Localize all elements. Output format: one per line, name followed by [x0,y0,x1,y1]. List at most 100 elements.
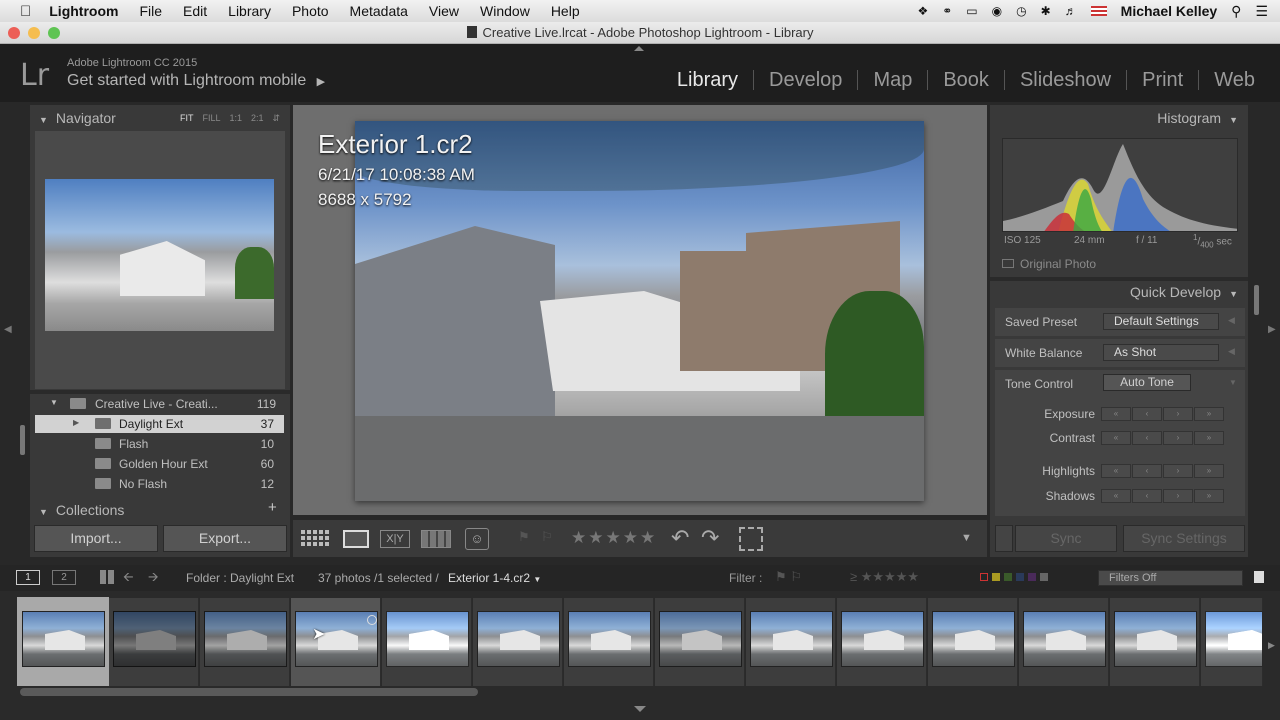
menu-photo[interactable]: Photo [292,3,329,19]
folder-row-selected[interactable]: ▶ Daylight Ext 37 [35,415,284,433]
close-window-button[interactable] [8,27,20,39]
saved-preset-select[interactable]: Default Settings [1103,313,1219,330]
flag-pick-icon[interactable]: ⚑ [518,529,530,545]
folder-row[interactable]: Flash 10 [35,435,284,453]
sync-settings-button[interactable]: Sync Settings [1123,525,1245,552]
zoom-stepper-icon[interactable]: ⇵ [273,113,281,124]
collapse-top-panel-icon[interactable] [634,46,644,51]
volume-icon[interactable]: ♬ [1065,4,1077,18]
blue-label-icon[interactable] [1016,573,1024,581]
zoom-1-1[interactable]: 1:1 [230,113,243,124]
minimize-window-button[interactable] [28,27,40,39]
time-machine-icon[interactable]: ◷ [1016,4,1026,18]
filmstrip-thumbnail[interactable] [1114,611,1197,667]
module-develop[interactable]: Develop [753,70,857,90]
shadows-steppers[interactable]: «‹ ›» [1101,489,1224,503]
menu-edit[interactable]: Edit [183,3,207,19]
export-button[interactable]: Export... [163,525,287,552]
menu-library[interactable]: Library [228,3,271,19]
menu-view[interactable]: View [429,3,459,19]
left-panel-toggle-icon[interactable]: ◀ [4,324,12,335]
module-book[interactable]: Book [927,70,1004,90]
flag-icon[interactable] [1090,6,1107,16]
filmstrip-thumbnail[interactable] [1023,611,1106,667]
filmstrip-thumbnail[interactable] [841,611,924,667]
expand-triangle-icon[interactable]: ▼ [50,398,58,407]
flag-reject-icon[interactable]: ⚐ [541,529,553,545]
notification-center-icon[interactable]: ☰ [1255,3,1268,20]
filmstrip-thumbnail[interactable] [659,611,742,667]
auto-tone-button[interactable]: Auto Tone [1103,374,1191,391]
apple-icon[interactable]:  [20,3,31,20]
folder-row-root[interactable]: ▼ Creative Live - Creati... 119 [50,395,288,413]
navigator-preview-image[interactable] [45,179,274,331]
filmstrip-thumbnail[interactable] [204,611,287,667]
menu-metadata[interactable]: Metadata [350,3,408,19]
grid-view-icon[interactable] [301,530,330,548]
expand-triangle-icon[interactable]: ▶ [73,418,79,427]
filmstrip-thumbnail[interactable] [750,611,833,667]
filmstrip-scroll-right-icon[interactable]: ▶ [1268,640,1275,651]
filmstrip-thumbnail[interactable] [1205,611,1263,667]
filmstrip-thumbnail[interactable] [568,611,651,667]
filmstrip-thumbnail[interactable] [295,611,378,667]
creative-cloud-icon[interactable]: ⚭ [942,4,952,18]
quick-develop-header[interactable]: Quick Develop ▼ [1130,284,1238,300]
zoom-window-button[interactable] [48,27,60,39]
toolbar-menu-icon[interactable]: ▼ [961,532,972,544]
collapse-filmstrip-icon[interactable] [634,706,646,712]
filmstrip-thumbnail[interactable] [113,611,196,667]
navigator-header[interactable]: ▼ Navigator [39,110,116,126]
filter-lock-icon[interactable] [1254,571,1264,583]
dropbox-icon[interactable]: ❖ [917,4,928,18]
zoom-2-1[interactable]: 2:1 [251,113,264,124]
menu-window[interactable]: Window [480,3,530,19]
zoom-fit[interactable]: FIT [180,113,194,124]
bluetooth-icon[interactable]: ✱ [1041,4,1051,18]
people-view-icon[interactable]: ☺ [465,528,489,550]
contrast-steppers[interactable]: «‹ ›» [1101,431,1224,445]
yellow-label-icon[interactable] [992,573,1000,581]
highlights-steppers[interactable]: «‹ ›» [1101,464,1224,478]
survey-view-icon[interactable] [421,530,451,548]
rotate-left-icon[interactable]: ↶ [671,525,689,551]
import-button[interactable]: Import... [34,525,158,552]
module-map[interactable]: Map [857,70,927,90]
expand-arrow-icon[interactable]: ◀ [1228,315,1235,326]
filmstrip-thumbnail[interactable] [932,611,1015,667]
filmstrip-scrollbar[interactable] [20,688,478,696]
menu-file[interactable]: File [139,3,162,19]
module-library[interactable]: Library [662,70,753,90]
right-panel-toggle-icon[interactable]: ▶ [1268,324,1276,335]
module-web[interactable]: Web [1198,70,1270,90]
exposure-steppers[interactable]: «‹ ›» [1101,407,1224,421]
histogram-header[interactable]: Histogram ▼ [1157,110,1238,126]
compare-view-icon[interactable]: X|Y [380,530,410,548]
expand-arrow-icon[interactable]: ◀ [1228,346,1235,357]
filmstrip-source[interactable]: Folder : Daylight Ext [186,571,294,585]
grid-view-icon[interactable] [100,570,114,584]
original-photo-checkbox[interactable] [1002,259,1014,268]
identity-plate-mobile-link[interactable]: Get started with Lightroom mobile ▶ [67,72,325,90]
main-window-button[interactable]: 1 [16,570,40,585]
left-panel-scrollbar[interactable] [20,425,25,455]
wifi-icon[interactable]: ◉ [992,4,1002,18]
sync-button[interactable]: Sync [1015,525,1117,552]
red-label-icon[interactable] [980,573,988,581]
crop-overlay-icon[interactable] [739,527,763,551]
airplay-icon[interactable]: ▭ [966,4,977,18]
back-arrow-icon[interactable]: 🡨 [123,568,134,590]
user-name[interactable]: Michael Kelley [1121,3,1218,19]
filmstrip-thumbnail[interactable] [477,611,560,667]
purple-label-icon[interactable] [1028,573,1036,581]
module-slideshow[interactable]: Slideshow [1003,70,1126,90]
forward-arrow-icon[interactable]: 🡪 [148,568,159,590]
color-label-filter[interactable] [980,573,1048,581]
filmstrip-current-file[interactable]: Exterior 1-4.cr2 ▼ [448,571,541,585]
flag-filter-icon[interactable]: ⚑ ⚐ [775,569,802,585]
loupe-view-icon[interactable] [343,530,369,548]
folder-row[interactable]: Golden Hour Ext 60 [35,455,284,473]
filmstrip-thumbnail[interactable] [386,611,469,667]
folder-row[interactable]: No Flash 12 [35,475,284,493]
thumbnail-badge-icon[interactable] [367,615,377,625]
